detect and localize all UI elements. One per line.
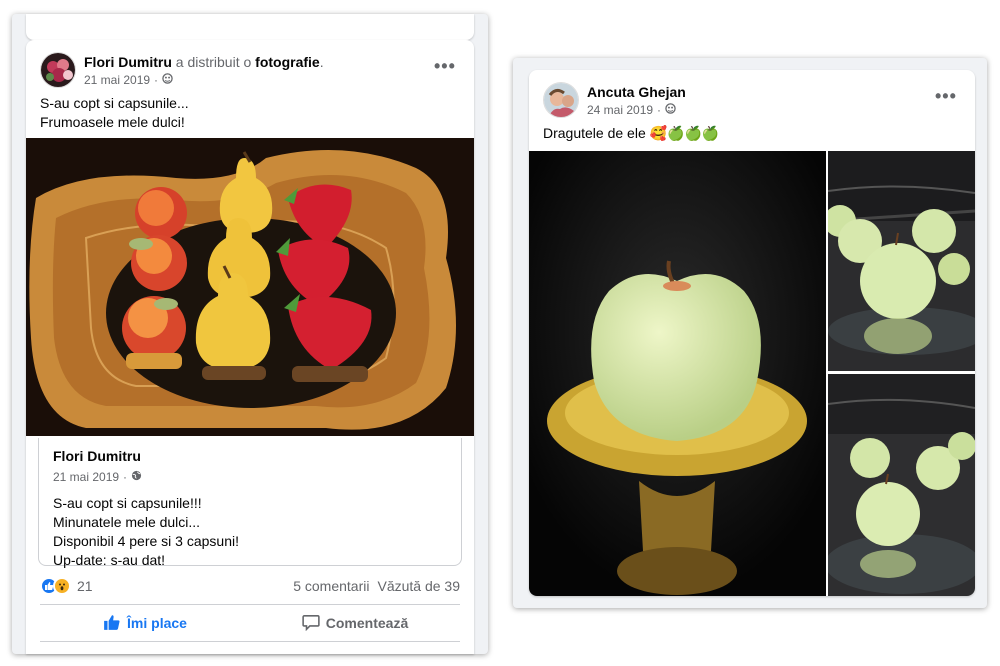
more-options-button[interactable]: ••• [935,86,957,107]
right-post-card: Ancuta Ghejan 24 mai 2019 · ••• Dragutel… [529,70,975,596]
friends-icon [162,72,173,87]
views-count[interactable]: Văzută de 39 [377,578,460,594]
post-header: Ancuta Ghejan 24 mai 2019 · [543,80,686,120]
shared-text-line: Up-date: s-au dat! [53,552,166,568]
post-text: S-au copt si capsunile... Frumoasele mel… [40,94,189,132]
action-bar: Îmi place Comentează [40,604,460,642]
separator: · [123,470,128,484]
comment-button[interactable]: Comentează [250,605,460,641]
like-button[interactable]: Îmi place [40,605,250,641]
reactions-count: 21 [77,578,93,594]
avatar[interactable] [40,52,76,88]
shared-text-line: S-au copt si capsunile!!! [53,495,202,511]
reactions-summary[interactable]: 21 [40,577,93,595]
shared-date[interactable]: 21 mai 2019 [53,470,119,484]
post-header: Flori Dumitru a distribuit o fotografie.… [40,50,324,90]
more-options-button[interactable]: ••• [434,56,456,77]
globe-icon [131,470,142,484]
action-text: a distribuit o [175,53,252,70]
post-photo[interactable] [26,138,474,436]
thumbs-up-icon [103,613,121,634]
post-text: Dragutele de ele 🥰🍏🍏🍏 [543,125,720,141]
post-photo-bottom-right[interactable] [828,374,975,596]
post-photo-main[interactable] [529,151,826,596]
previous-post-edge [26,14,474,40]
friends-icon [665,102,676,117]
author-name[interactable]: Ancuta Ghejan [587,84,686,100]
period: . [319,53,324,70]
comment-label: Comentează [325,615,409,631]
avatar[interactable] [543,82,579,118]
shared-author-name[interactable]: Flori Dumitru [53,448,447,464]
comment-icon [302,613,320,634]
shared-text-line: Disponibil 4 pere si 3 capsuni! [53,533,239,549]
shared-text-line: Minunatele mele dulci... [53,514,201,530]
post-text-line: S-au copt si capsunile... [40,95,189,111]
wow-reaction-icon [53,577,71,595]
post-text-line: Frumoasele mele dulci! [40,114,185,130]
post-date[interactable]: 24 mai 2019 [587,103,653,117]
shared-post[interactable]: Flori Dumitru 21 mai 2019 · S-au copt si… [38,438,462,568]
post-photo-top-right[interactable] [828,151,975,371]
left-post-card: Flori Dumitru a distribuit o fotografie.… [26,40,474,654]
separator: · [657,102,662,117]
separator: · [154,72,159,87]
author-name[interactable]: Flori Dumitru [84,54,172,70]
post-date[interactable]: 21 mai 2019 [84,73,150,87]
reactions-bar: 21 5 comentarii Văzută de 39 [40,574,460,598]
comments-count-link[interactable]: 5 comentarii [293,578,369,594]
object-link[interactable]: fotografie [255,54,320,70]
like-label: Îmi place [127,615,187,631]
